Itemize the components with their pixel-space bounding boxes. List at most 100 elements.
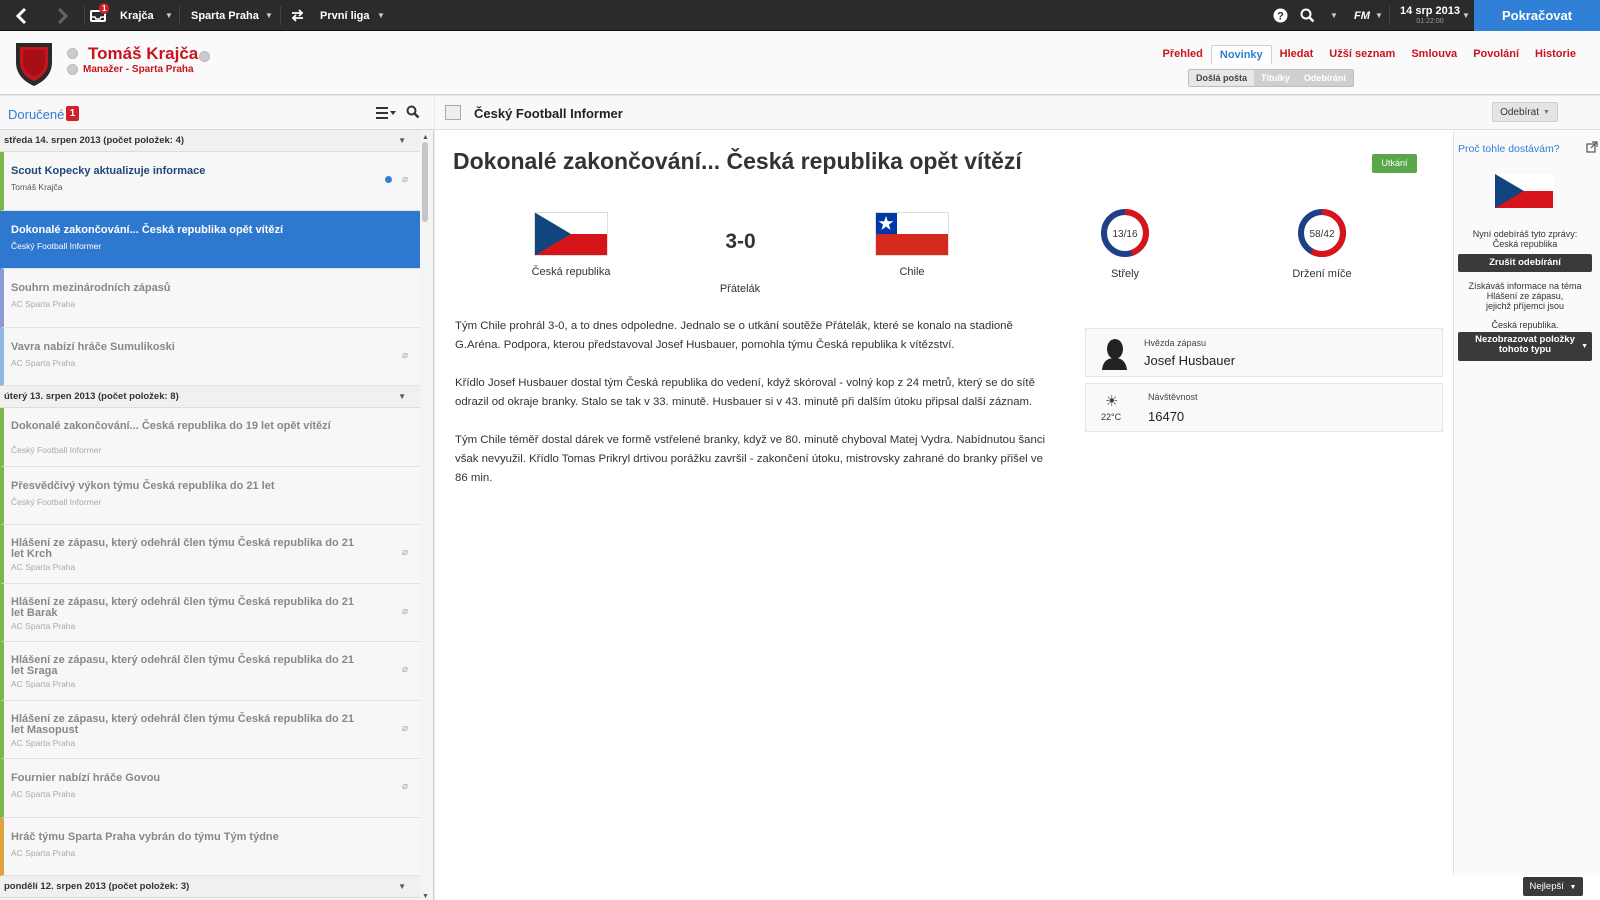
back-icon[interactable] <box>14 0 28 31</box>
tab-history[interactable]: Historie <box>1527 45 1584 64</box>
day-group-label: úterý 13. srpen 2013 (počet položek: 8) <box>4 391 179 402</box>
best-button[interactable]: Nejlepší ▼ <box>1523 877 1583 896</box>
league-menu[interactable]: První liga <box>320 0 370 31</box>
message-title: Fournier nabízí hráče Govou <box>11 772 161 784</box>
inbox-title[interactable]: Doručené <box>8 107 64 122</box>
inbox-search-icon[interactable] <box>406 105 420 122</box>
match-button[interactable]: Utkání <box>1372 154 1417 173</box>
inbox-scrollbar[interactable]: ▲ ▼ <box>421 134 429 900</box>
message-sender: Český Football Informer <box>11 496 102 507</box>
home-team-name[interactable]: Česká republika <box>501 266 641 278</box>
attendance-value: 16470 <box>1148 409 1185 424</box>
tab-overview[interactable]: Přehled <box>1155 45 1211 64</box>
star-player-name[interactable]: Josef Husbauer <box>1144 353 1235 368</box>
czech-flag-icon <box>1495 174 1553 208</box>
fm-logo[interactable]: FM <box>1354 0 1370 31</box>
inbox-message[interactable]: Dokonalé zakončování... Česká republika … <box>0 210 420 269</box>
subscribe-label: Odebírat <box>1500 106 1539 118</box>
star-label: Hvězda zápasu <box>1144 338 1207 348</box>
club-menu[interactable]: Sparta Praha <box>191 0 259 31</box>
message-title: Souhrn mezinárodních zápasů <box>11 282 171 294</box>
czech-flag-icon[interactable] <box>534 212 608 256</box>
manager-menu[interactable]: Krajča <box>120 0 154 31</box>
tab-profession[interactable]: Povolání <box>1465 45 1527 64</box>
inbox-badge: 1 <box>99 3 110 14</box>
list-options-icon[interactable] <box>376 106 396 123</box>
collapse-caret-icon[interactable]: ▼ <box>398 386 406 408</box>
message-sender: AC Sparta Praha <box>11 562 76 572</box>
swap-icon[interactable] <box>290 0 305 31</box>
date-label: 14 srp 2013 <box>1400 5 1460 17</box>
inbox-message[interactable]: Hráč týmu Sparta Praha vybrán do týmu Tý… <box>0 817 420 876</box>
competition-name[interactable]: Přátelák <box>700 283 780 295</box>
inbox-message[interactable]: Hlášení ze zápasu, který odehrál člen tý… <box>0 583 420 642</box>
subscribe-button[interactable]: Odebírat ▼ <box>1492 102 1558 122</box>
article-paragraph: Tým Chile téměř dostal dárek ve formě vs… <box>455 434 1046 484</box>
star-player-box[interactable]: Hvězda zápasu Josef Husbauer <box>1085 328 1443 377</box>
game-date[interactable]: 14 srp 2013 01:22:00 <box>1395 5 1465 26</box>
tab-shortlist[interactable]: Užší seznam <box>1321 45 1403 64</box>
club-badge-icon <box>16 43 52 86</box>
inbox-message[interactable]: Vavra nabízí hráče Sumulikoski AC Sparta … <box>0 327 420 386</box>
continue-button[interactable]: Pokračovat <box>1474 0 1600 31</box>
league-menu-caret-icon[interactable]: ▼ <box>377 0 385 31</box>
subscribed-item: Česká republika <box>1492 239 1558 249</box>
inbox-message[interactable]: Scout Kopecky aktualizuje informace Tomáš… <box>0 152 420 211</box>
info-text: Získáváš informace na téma <box>1468 281 1582 291</box>
message-title: Přesvědčivý výkon týmu Česká republika d… <box>11 479 275 492</box>
chile-flag-icon[interactable] <box>875 212 949 256</box>
manager-menu-caret-icon[interactable]: ▼ <box>165 0 173 31</box>
info-text: Česká republika. <box>1491 320 1559 330</box>
scroll-down-icon[interactable]: ▼ <box>422 893 429 900</box>
message-sender: AC Sparta Praha <box>11 737 76 748</box>
subtab-subscriptions[interactable]: Odebírání <box>1296 70 1353 86</box>
inbox-message[interactable]: Hlášení ze zápasu, který odehrál člen tý… <box>0 700 420 759</box>
forward-icon[interactable] <box>56 0 70 31</box>
inbox-message[interactable]: Hlášení ze zápasu, který odehrál člen tý… <box>0 525 420 584</box>
league-menu-label: První liga <box>320 9 370 22</box>
article-body: Tým Chile prohrál 3-0, a to dnes odpoled… <box>455 317 1055 507</box>
hide-type-button[interactable]: Nezobrazovat položky tohoto typu ▼ <box>1458 332 1592 361</box>
cancel-subscription-button[interactable]: Zrušit odebírání <box>1458 254 1592 272</box>
club-menu-label: Sparta Praha <box>191 9 259 22</box>
inbox-message[interactable]: Přesvědčivý výkon týmu Česká republika d… <box>0 466 420 525</box>
subtab-inbox[interactable]: Došlá pošta <box>1189 70 1255 86</box>
tab-contract[interactable]: Smlouva <box>1403 45 1465 64</box>
inbox-header: Doručené 1 <box>0 96 434 130</box>
tab-news[interactable]: Novinky <box>1210 45 1272 64</box>
tab-search[interactable]: Hledat <box>1272 45 1322 64</box>
attendance-box: ☀ 22°C Návštěvnost 16470 <box>1085 383 1443 432</box>
inbox-message[interactable]: Souhrn mezinárodních zápasů AC Sparta Pra… <box>0 269 420 328</box>
subscription-sidebar: Proč tohle dostávám? Nyní odebíráš tyto … <box>1453 131 1600 875</box>
message-sender: AC Sparta Praha <box>11 847 76 858</box>
subscribed-text: Nyní odebíráš tyto zprávy: <box>1472 229 1578 239</box>
help-icon[interactable]: ? <box>1273 0 1288 31</box>
profile-tabs: Přehled Novinky Hledat Užší seznam Smlou… <box>1155 45 1584 64</box>
inbox-message[interactable]: Hlášení ze zápasu, který odehrál člen tý… <box>0 642 420 701</box>
scroll-thumb[interactable] <box>422 142 428 222</box>
message-title: Hlášení ze zápasu, který odehrál člen tý… <box>11 595 354 619</box>
search-caret-icon[interactable]: ▼ <box>1330 0 1338 31</box>
search-icon[interactable] <box>1300 0 1315 31</box>
scroll-up-icon[interactable]: ▲ <box>422 134 429 141</box>
date-caret-icon[interactable]: ▼ <box>1462 0 1470 31</box>
popout-icon[interactable] <box>1586 141 1598 156</box>
day-group-header[interactable]: úterý 13. srpen 2013 (počet položek: 8) ▼ <box>0 386 420 408</box>
collapse-caret-icon[interactable]: ▼ <box>398 130 406 152</box>
attachment-icon: ⌀ <box>401 349 408 361</box>
day-group-header[interactable]: středa 14. srpen 2013 (počet položek: 4)… <box>0 130 420 152</box>
inbox-message[interactable]: Dokonalé zakončování... Česká republika … <box>0 408 420 467</box>
favorite-icon[interactable] <box>199 51 210 62</box>
inbox-message[interactable]: Fournier nabízí hráče Govou AC Sparta Pra… <box>0 759 420 818</box>
collapse-caret-icon[interactable]: ▼ <box>398 876 406 898</box>
attachment-icon: ⌀ <box>401 547 408 558</box>
fm-caret-icon[interactable]: ▼ <box>1375 0 1383 31</box>
day-group-header[interactable]: pondělí 12. srpen 2013 (počet položek: 3… <box>0 876 420 898</box>
club-menu-caret-icon[interactable]: ▼ <box>265 0 273 31</box>
subtab-headlines[interactable]: Titulky <box>1254 70 1297 86</box>
article-header: Český Football Informer Odebírat ▼ <box>435 96 1600 130</box>
away-team-name[interactable]: Chile <box>842 266 982 278</box>
why-link[interactable]: Proč tohle dostávám? <box>1458 143 1560 155</box>
info-text: jejichž příjemci jsou <box>1485 301 1565 311</box>
news-article: Český Football Informer Odebírat ▼ Dokon… <box>435 96 1600 900</box>
